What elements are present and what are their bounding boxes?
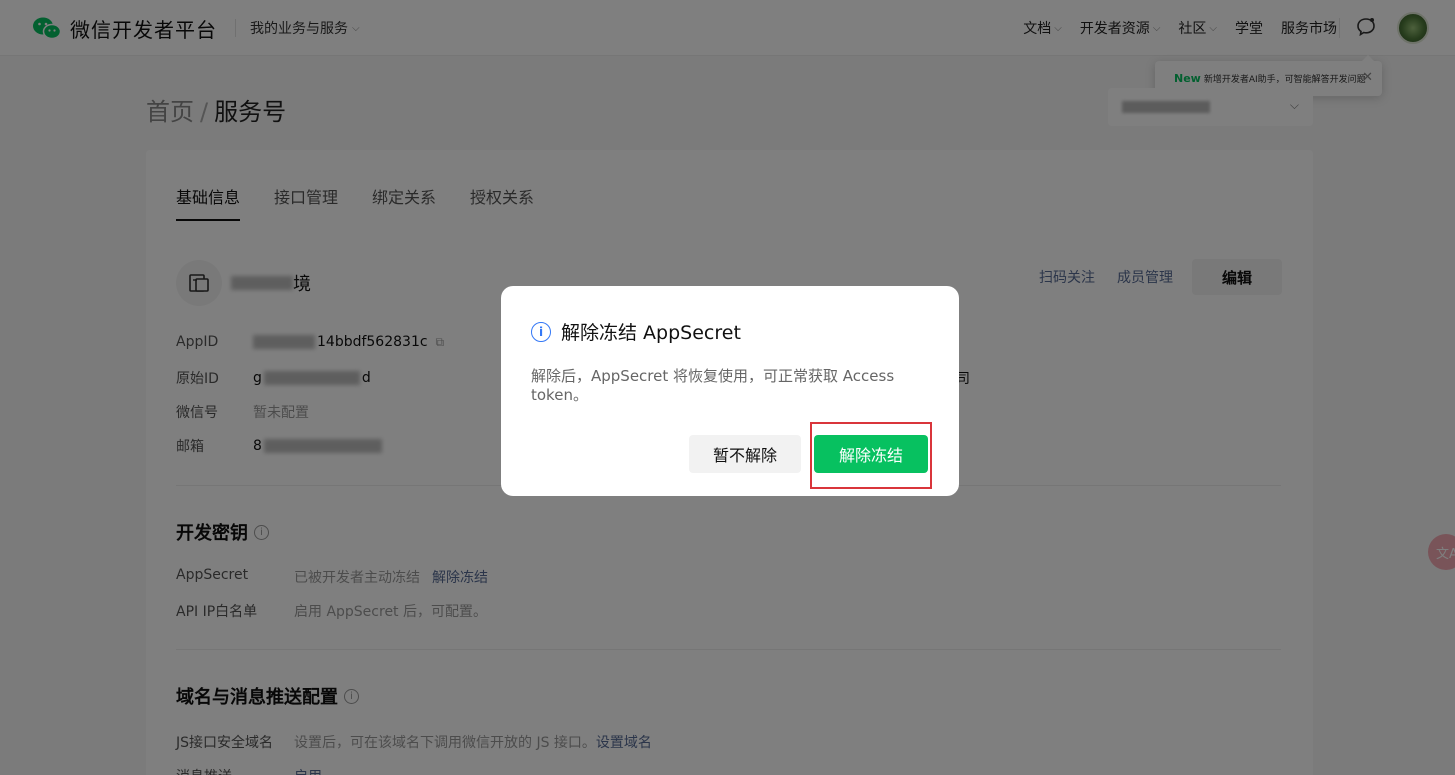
info-icon: i <box>531 321 551 342</box>
dialog-title-text: 解除冻结 AppSecret <box>561 322 741 344</box>
highlight-annotation <box>810 422 932 489</box>
dialog-message: 解除后，AppSecret 将恢复使用，可正常获取 Access token。 <box>531 367 895 404</box>
cancel-button[interactable]: 暂不解除 <box>689 435 801 473</box>
dialog-title: i 解除冻结 AppSecret <box>531 318 741 345</box>
